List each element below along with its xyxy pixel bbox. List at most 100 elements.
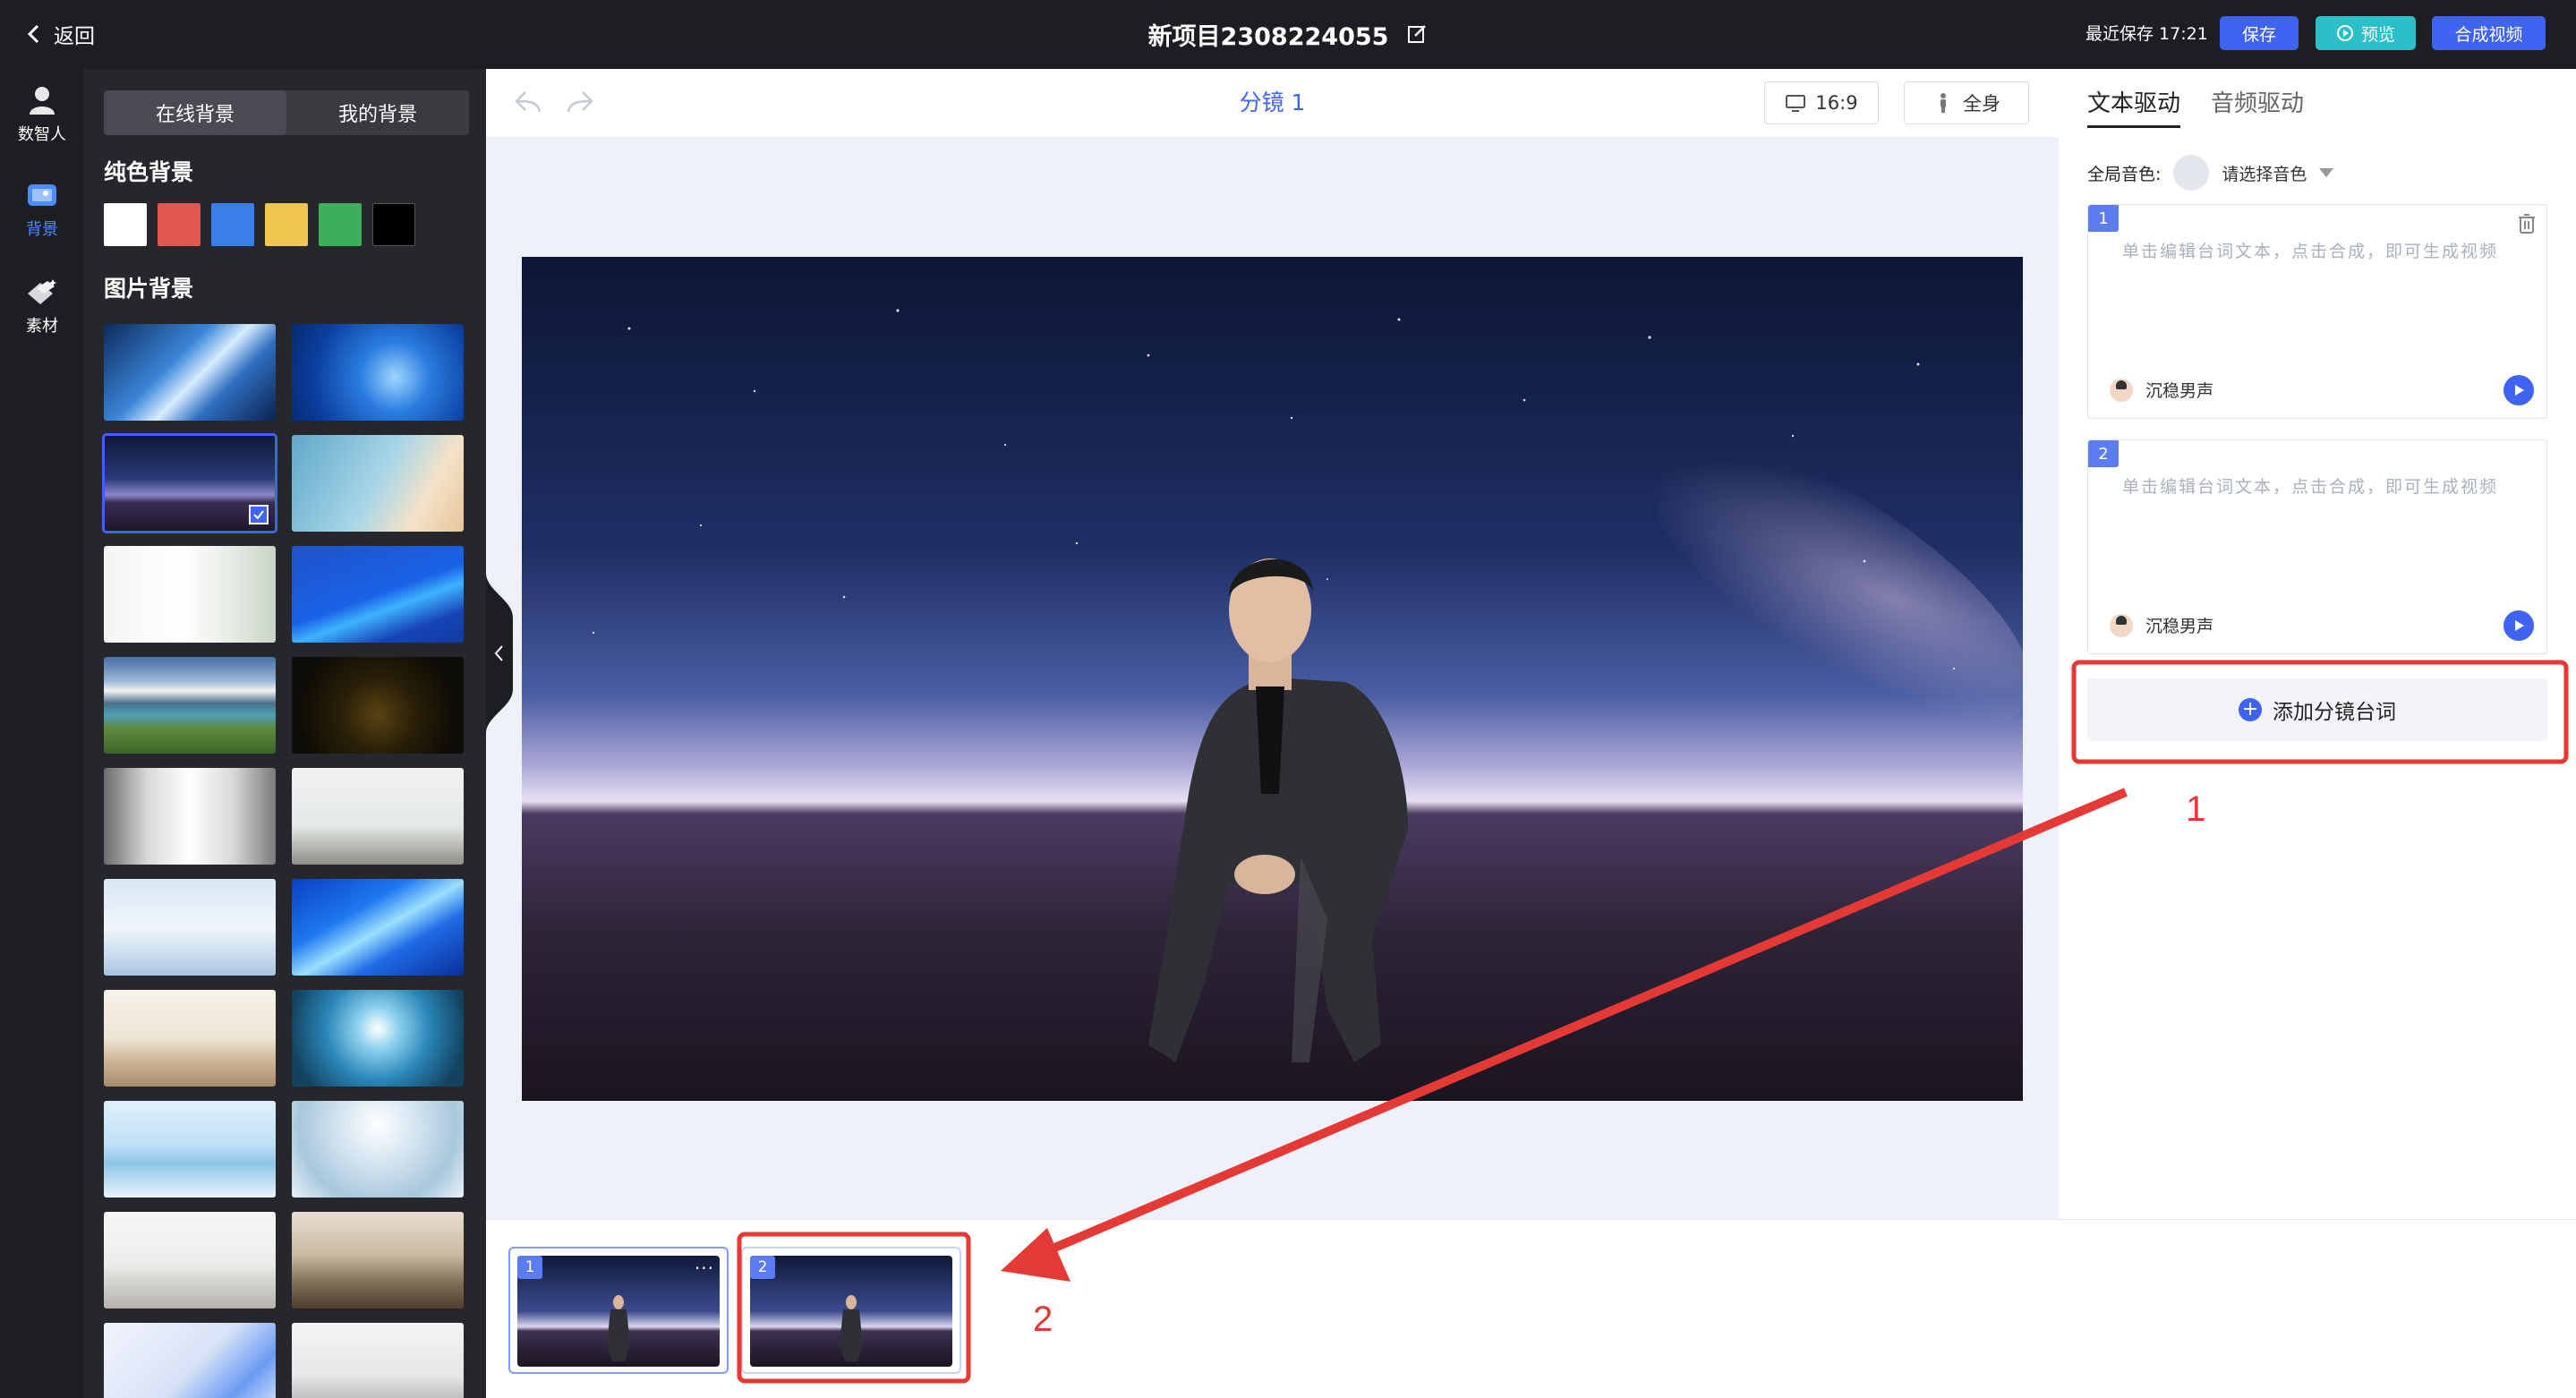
tab-text-drive[interactable]: 文本驱动	[2087, 85, 2181, 128]
editor-toolbar: 分镜 1 16:9 全身	[486, 69, 2059, 137]
play-circle-icon	[2336, 25, 2353, 41]
add-scene-script-label: 添加分镜台词	[2273, 701, 2396, 724]
monitor-icon	[1786, 95, 1806, 112]
script-index-badge: 2	[2088, 440, 2119, 467]
swatch-green[interactable]	[319, 203, 362, 246]
background-panel: 在线背景 我的背景 纯色背景 图片背景	[84, 69, 486, 1398]
play-audio-button[interactable]	[2503, 610, 2534, 641]
tab-online-background[interactable]: 在线背景	[104, 90, 286, 135]
bg-thumb-sci-fi-room[interactable]	[292, 990, 464, 1087]
bg-thumb-glass-buildings[interactable]	[104, 324, 276, 421]
nav-item-background[interactable]: 背景	[0, 169, 84, 250]
background-tabs: 在线背景 我的背景	[104, 90, 469, 135]
nav-label: 背景	[26, 220, 58, 239]
person-icon	[30, 87, 55, 115]
script-voice-label: 沉稳男声	[2145, 617, 2214, 636]
voice-avatar-icon	[2110, 378, 2133, 402]
bg-thumb-blue-tech[interactable]	[292, 324, 464, 421]
bg-thumb-kitchen[interactable]	[104, 1212, 276, 1308]
global-voice-select[interactable]: 请选择音色	[2222, 161, 2307, 185]
swatch-blue[interactable]	[211, 203, 254, 246]
material-icon	[28, 279, 57, 304]
nav-label: 数智人	[18, 125, 66, 144]
app-root: 返回 新项目2308224055 最近保存 17:21 保存 预览 合成视频 数…	[0, 0, 2576, 1398]
scene-thumbnail	[750, 1256, 952, 1367]
image-background-title: 图片背景	[104, 276, 194, 302]
script-voice[interactable]: 沉稳男声	[2110, 378, 2213, 402]
bg-thumb-meeting-room[interactable]	[292, 1212, 464, 1308]
bg-thumb-bright-office[interactable]	[292, 768, 464, 865]
script-card-1[interactable]: 1 单击编辑台词文本，点击合成，即可生成视频 沉稳男声	[2087, 204, 2547, 419]
bg-thumb-dark-gold[interactable]	[292, 657, 464, 754]
compose-video-button[interactable]: 合成视频	[2432, 16, 2546, 50]
swatch-red[interactable]	[158, 203, 200, 246]
bg-thumb-white-library[interactable]	[104, 768, 276, 865]
preview-label: 预览	[2360, 24, 2395, 45]
timeline-scene-2[interactable]: 2	[741, 1247, 961, 1374]
swatch-black[interactable]	[372, 203, 415, 246]
plus-icon: +	[2239, 698, 2262, 721]
drive-mode-tabs: 文本驱动 音频驱动	[2087, 85, 2304, 128]
bg-thumb-white-studio[interactable]	[104, 879, 276, 976]
caret-down-icon[interactable]	[2319, 168, 2334, 177]
bg-thumb-blue-waves[interactable]	[292, 879, 464, 976]
annotation-label-2: 2	[1033, 1300, 1053, 1339]
bg-thumb-bamboo-ink[interactable]	[104, 546, 276, 643]
more-options-icon[interactable]: ···	[695, 1257, 714, 1279]
save-label: 保存	[2241, 24, 2276, 45]
selected-check-icon	[249, 505, 269, 524]
nav-item-material[interactable]: 素材	[0, 266, 84, 346]
scene-timeline: 1 ··· 2	[486, 1219, 2576, 1398]
scene-index-badge: 2	[750, 1256, 775, 1279]
bg-thumb-white-dome[interactable]	[292, 1101, 464, 1198]
trash-icon[interactable]	[2516, 212, 2538, 235]
script-voice[interactable]: 沉稳男声	[2110, 613, 2213, 637]
voice-avatar-icon	[2173, 155, 2210, 191]
compose-label: 合成视频	[2454, 24, 2523, 45]
collapse-panel-handle[interactable]	[486, 573, 513, 734]
left-nav: 数智人 背景 素材	[0, 69, 84, 1398]
solid-background-title: 纯色背景	[104, 159, 194, 185]
bg-thumb-city-skyline[interactable]	[104, 1101, 276, 1198]
tab-audio-drive[interactable]: 音频驱动	[2211, 85, 2304, 128]
project-name: 新项目2308224055	[1147, 22, 1389, 51]
nav-item-digital-human[interactable]: 数智人	[0, 74, 84, 155]
preview-button[interactable]: 预览	[2316, 16, 2416, 50]
aspect-ratio-button[interactable]: 16:9	[1764, 81, 1879, 124]
bg-thumb-book-birds[interactable]	[292, 435, 464, 532]
background-icon	[28, 184, 56, 206]
play-audio-button[interactable]	[2503, 375, 2534, 405]
swatch-white[interactable]	[104, 203, 147, 246]
script-text-input[interactable]: 单击编辑台词文本，点击合成，即可生成视频	[2122, 474, 2516, 499]
annotation-label-1: 1	[2186, 789, 2206, 829]
global-voice-row: 全局音色: 请选择音色	[2087, 155, 2334, 191]
scene-preview-image	[522, 257, 2023, 1101]
script-voice-label: 沉稳男声	[2145, 381, 2214, 401]
body-mode-label: 全身	[1963, 93, 2000, 115]
bg-thumb-3d-blue[interactable]	[104, 1323, 276, 1398]
save-button[interactable]: 保存	[2220, 16, 2299, 50]
bg-thumb-living-room[interactable]	[104, 990, 276, 1087]
add-scene-script-button[interactable]: + 添加分镜台词	[2087, 678, 2547, 741]
bg-thumb-blue-curve[interactable]	[292, 546, 464, 643]
bg-thumb-robot-lab[interactable]	[292, 1323, 464, 1398]
last-saved-time: 最近保存 17:21	[2086, 24, 2208, 44]
bg-thumb-starry-sky[interactable]	[102, 433, 277, 533]
swatch-yellow[interactable]	[265, 203, 308, 246]
nav-label: 素材	[26, 317, 58, 336]
edit-icon[interactable]	[1406, 23, 1428, 45]
editor-center: 分镜 1 16:9 全身	[486, 69, 2059, 1219]
solid-color-swatches	[104, 203, 415, 246]
bg-thumb-mountain-lake[interactable]	[104, 657, 276, 754]
play-icon	[2515, 385, 2524, 396]
script-card-2[interactable]: 2 单击编辑台词文本，点击合成，即可生成视频 沉稳男声	[2087, 439, 2547, 654]
scene-thumbnail	[517, 1256, 720, 1367]
script-index-badge: 1	[2088, 205, 2119, 232]
aspect-ratio-label: 16:9	[1815, 92, 1858, 114]
preview-canvas[interactable]	[522, 257, 2023, 1101]
timeline-scene-1[interactable]: 1 ···	[508, 1247, 729, 1374]
script-text-input[interactable]: 单击编辑台词文本，点击合成，即可生成视频	[2122, 239, 2516, 264]
tab-my-background[interactable]: 我的背景	[286, 90, 469, 135]
image-background-grid	[102, 324, 471, 1398]
body-mode-button[interactable]: 全身	[1904, 81, 2029, 124]
